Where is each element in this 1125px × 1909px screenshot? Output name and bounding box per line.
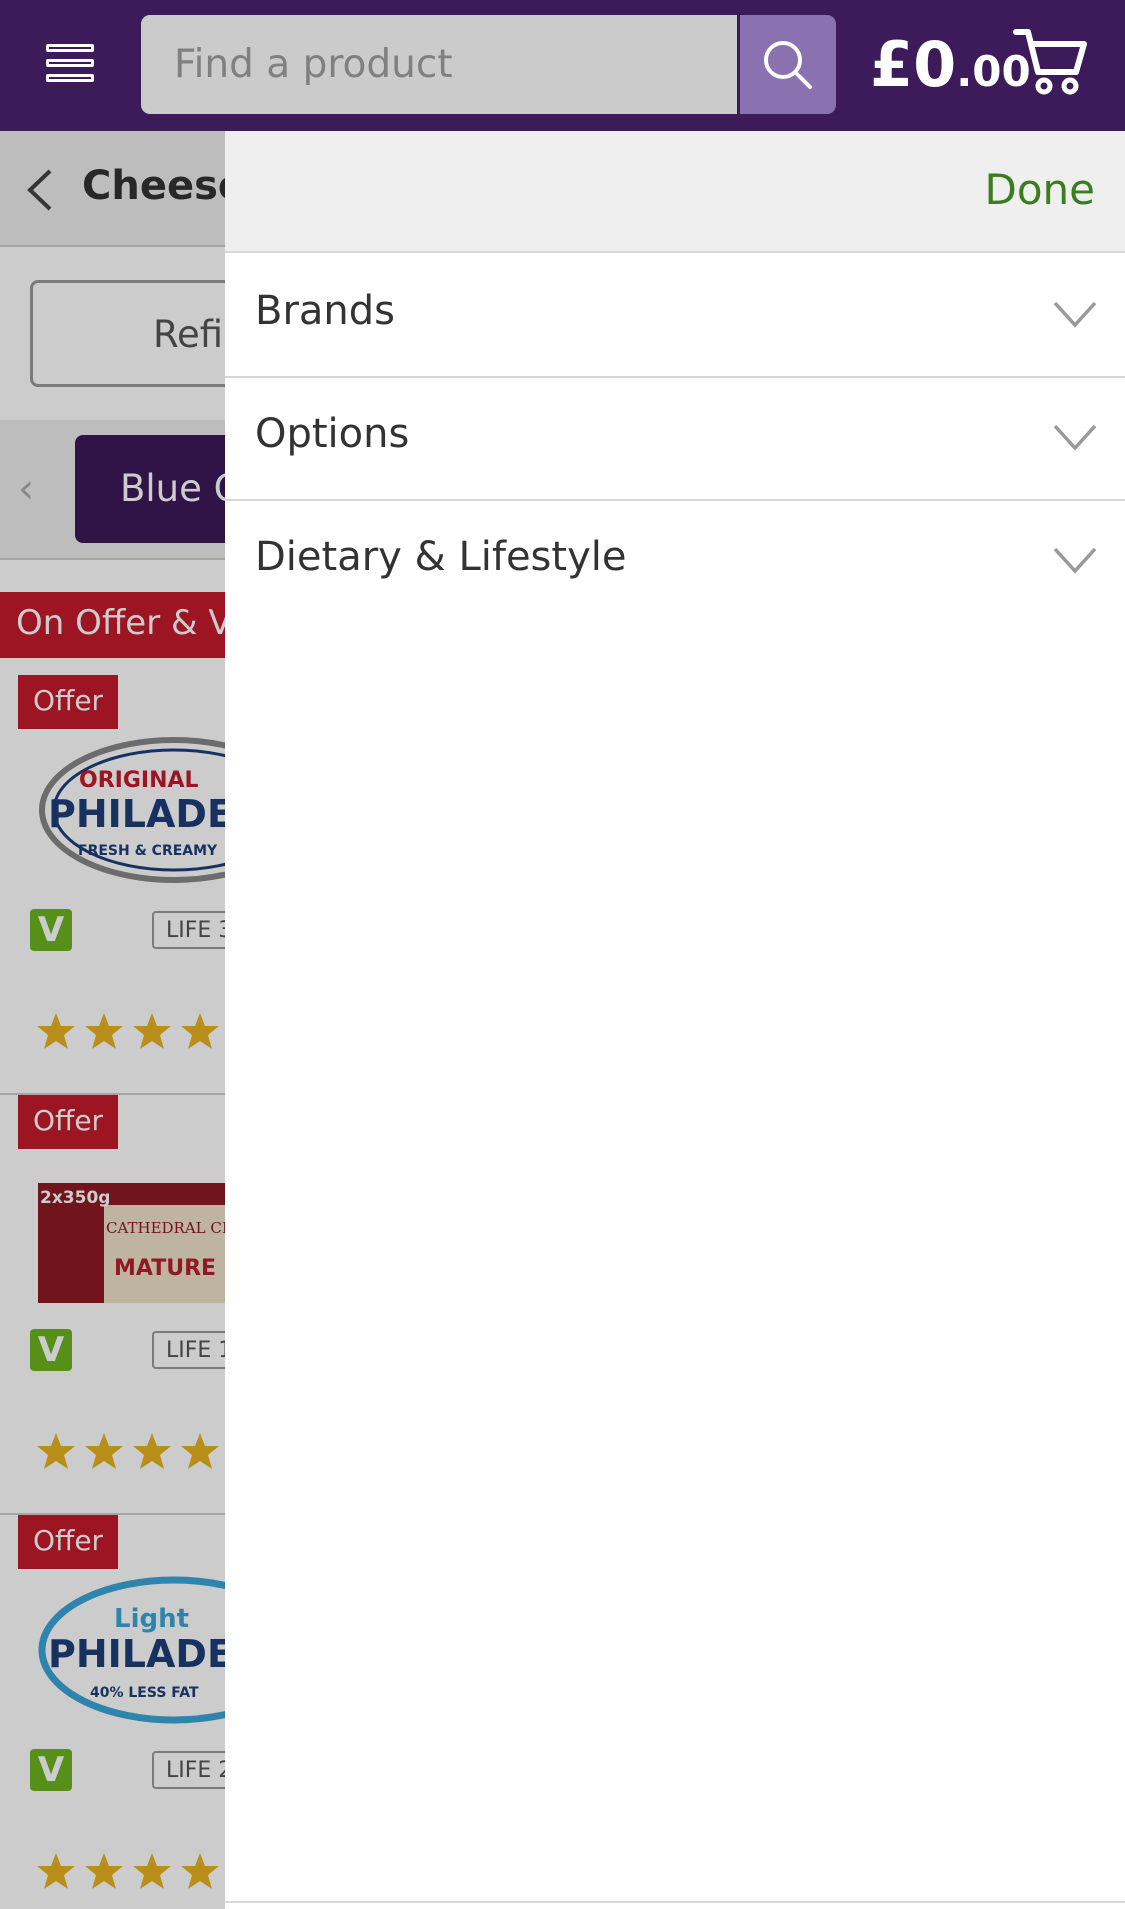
- top-header: £0.00: [0, 0, 1125, 131]
- panel-bottom-divider: [225, 1901, 1125, 1903]
- menu-icon[interactable]: [40, 32, 100, 94]
- chevron-down-icon: [1053, 547, 1097, 574]
- filter-options[interactable]: Options: [225, 378, 1125, 501]
- filter-brands[interactable]: Brands: [225, 255, 1125, 378]
- basket-total[interactable]: £0.00: [870, 28, 1031, 108]
- chevron-down-icon: [1053, 301, 1097, 328]
- filter-label: Brands: [255, 288, 395, 334]
- search-icon: [764, 40, 812, 89]
- basket-pounds: £0: [870, 28, 957, 101]
- filter-panel: Done Brands Options Dietary & Lifestyle: [225, 131, 1125, 1909]
- panel-backdrop[interactable]: [0, 131, 225, 1909]
- chevron-down-icon: [1053, 424, 1097, 451]
- cart-icon[interactable]: [1010, 22, 1090, 102]
- search-button[interactable]: [740, 15, 836, 114]
- search-input[interactable]: [141, 15, 737, 114]
- filter-dietary-lifestyle[interactable]: Dietary & Lifestyle: [225, 501, 1125, 624]
- filter-label: Options: [255, 411, 410, 457]
- filter-panel-header: Done: [225, 131, 1125, 253]
- search-box: [141, 15, 737, 114]
- filter-label: Dietary & Lifestyle: [255, 534, 627, 580]
- done-button[interactable]: Done: [985, 165, 1096, 214]
